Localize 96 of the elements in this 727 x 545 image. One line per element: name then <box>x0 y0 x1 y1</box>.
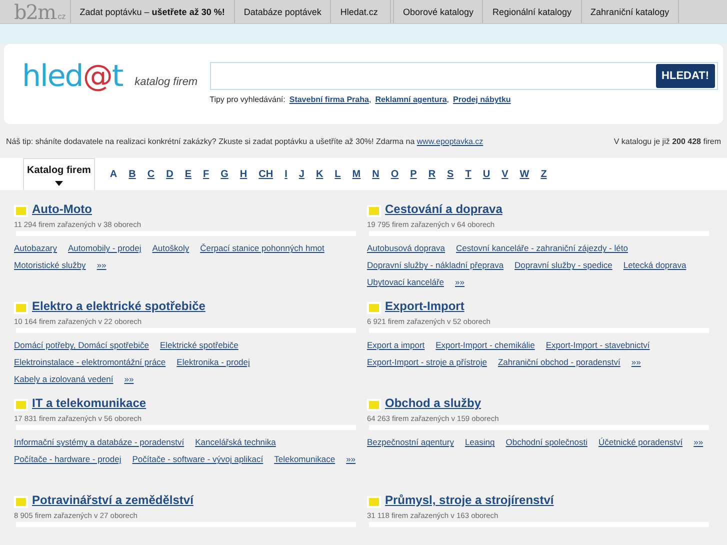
category-link[interactable]: Export-Import <box>385 297 464 315</box>
nav-link[interactable]: Databáze poptávek <box>234 0 330 23</box>
nav-link[interactable]: Hledat.cz <box>330 0 387 23</box>
subcategory-link[interactable]: Počítače - hardware - prodej <box>14 452 122 466</box>
subcategory-link[interactable]: Export-Import - chemikálie <box>436 338 535 352</box>
subcategory-link[interactable]: Elektroinstalace - elektromontážní práce <box>14 355 166 370</box>
subcategory-link[interactable]: Ubytovací kanceláře <box>367 275 444 290</box>
subcategory-link[interactable]: Leasing <box>464 435 495 450</box>
nav-link[interactable]: Zadat poptávku – ušetřete až 30 %! <box>70 0 234 23</box>
site-logo[interactable]: hled@t <box>22 62 123 92</box>
subcategory-link[interactable]: Export-Import - stavebnictví <box>546 338 650 352</box>
letter-link[interactable]: B <box>128 158 136 182</box>
subcategory-link[interactable]: Zahraniční obchod - poradenství <box>498 355 620 370</box>
nav-link[interactable]: Zahraniční katalogy <box>580 0 678 23</box>
caret-icon <box>54 181 63 186</box>
letter-link[interactable]: F <box>203 158 210 182</box>
subcategory-link[interactable]: Autobazary <box>14 241 57 256</box>
category-link[interactable]: Cestování a doprava <box>385 200 502 218</box>
folder-icon <box>367 398 381 410</box>
subcategory-link[interactable]: Elektrické spotřebiče <box>160 338 238 352</box>
category-link[interactable]: Potravinářství a zemědělství <box>32 491 194 509</box>
subcategory-link[interactable]: Autobusová doprava <box>367 241 445 256</box>
subcategory-link[interactable]: »» <box>346 452 356 466</box>
subcategory-link[interactable]: Letecká doprava <box>623 258 686 272</box>
letter-link[interactable]: S <box>447 158 454 182</box>
subcategory-link[interactable]: Automobily - prodej <box>68 241 142 256</box>
search-button[interactable]: HLEDAT! <box>656 64 715 88</box>
category-link[interactable]: IT a telekomunikace <box>32 394 146 412</box>
letter-link[interactable]: R <box>428 158 436 182</box>
category-link[interactable]: Elektro a elektrické spotřebiče <box>32 297 206 315</box>
folder-icon <box>367 204 381 216</box>
folder-icon <box>367 496 381 508</box>
letter-link[interactable]: I <box>284 158 288 182</box>
letter-link[interactable]: T <box>465 158 472 182</box>
subcategory-link[interactable]: Účetnické poradenství <box>598 435 683 450</box>
letter-link[interactable]: CH <box>258 158 274 182</box>
subcategory-link[interactable]: »» <box>124 372 134 386</box>
letter-link[interactable]: K <box>316 158 324 182</box>
subcategory-link[interactable]: Počítače - software - vývoj aplikací <box>132 452 264 466</box>
subcategory-link[interactable]: Kancelářská technika <box>195 435 276 450</box>
letter-link[interactable]: P <box>410 158 417 182</box>
catalog-count: V katalogu je již 200 428 firem <box>614 136 721 148</box>
letter-link[interactable]: O <box>390 158 399 182</box>
folder-icon <box>14 496 28 508</box>
folder-icon <box>367 302 381 314</box>
letter-link[interactable]: M <box>352 158 361 182</box>
letter-link[interactable]: J <box>298 158 304 182</box>
subcategory-link[interactable]: Cestovní kanceláře - zahraniční zájezdy - léto <box>456 241 628 256</box>
subcategory-link[interactable]: Elektronika - prodej <box>176 355 250 370</box>
subcategory-link[interactable]: Telekomunikace <box>274 452 336 466</box>
letter-link[interactable]: W <box>520 158 530 182</box>
letter-link[interactable]: E <box>184 158 192 182</box>
subcategory-link[interactable]: Domácí potřeby, Domácí spotřebiče <box>14 338 149 352</box>
separator: , <box>446 94 449 106</box>
letter-link[interactable]: L <box>334 158 341 182</box>
subcategory-link[interactable]: Informační systémy a databáze - poradenství <box>14 435 184 450</box>
letter-link[interactable]: A <box>110 158 118 182</box>
category-link[interactable]: Obchod a služby <box>385 394 482 412</box>
subcategory-link[interactable]: »» <box>455 275 464 290</box>
subcategory-link[interactable]: Kabely a izolovaná vedení <box>14 372 114 386</box>
letter-link[interactable]: Z <box>540 158 547 182</box>
subcategory-link[interactable]: »» <box>96 258 106 272</box>
subcategory-link[interactable]: Bezpečnostní agentury <box>367 435 454 450</box>
folder-icon <box>14 398 28 410</box>
logo-tagline: katalog firem <box>134 75 198 90</box>
tips-label: Tipy pro vyhledávání: <box>210 94 286 106</box>
letter-link[interactable]: U <box>482 158 490 182</box>
letter-link[interactable]: V <box>502 158 508 182</box>
nav-link[interactable]: Regionální katalogy <box>482 0 581 23</box>
subcategory-link[interactable]: Dopravní služby - spedice <box>514 258 612 272</box>
letter-link[interactable]: G <box>220 158 228 182</box>
subcategory-link[interactable]: Čerpací stanice pohonných hmot <box>200 241 324 256</box>
tip-link[interactable]: Prodej nábytku <box>453 94 511 106</box>
subcategory-link[interactable]: Export a import <box>367 338 425 352</box>
subcategory-link[interactable]: »» <box>631 355 641 370</box>
tip-link[interactable]: Reklamní agentura <box>375 94 447 106</box>
letter-link[interactable]: H <box>240 158 248 182</box>
subcategory-link[interactable]: Obchodní společnosti <box>506 435 588 450</box>
category-link[interactable]: Průmysl, stroje a strojírenství <box>385 491 554 509</box>
separator: , <box>368 94 372 106</box>
category-link[interactable]: Auto-Moto <box>32 200 92 218</box>
tip-text: Náš tip: sháníte dodavatele na realizaci konkrétní zakázky? Zkuste si zadat poptávku a ušetříte až 30%! Zdarma na www.epoptavka.cz <box>6 136 484 148</box>
tip-link[interactable]: Stavební firma Praha <box>289 94 369 106</box>
subcategory-link[interactable]: Motoristické služby <box>14 258 86 272</box>
folder-icon <box>14 204 28 216</box>
letter-link[interactable]: N <box>372 158 380 182</box>
subcategory-link[interactable]: Autoškoly <box>152 241 190 256</box>
subcategory-link[interactable]: »» <box>694 435 704 450</box>
letter-link[interactable]: D <box>166 158 174 182</box>
subcategory-link[interactable]: Dopravní služby - nákladní přeprava <box>367 258 504 272</box>
letter-link[interactable]: C <box>147 158 155 182</box>
catalog-tab[interactable]: Katalog firem <box>23 158 95 190</box>
tip-link[interactable]: www.epoptavka.cz <box>416 137 484 146</box>
folder-icon <box>14 302 28 314</box>
search-field[interactable]: HLEDAT! <box>210 62 718 90</box>
subcategory-link[interactable]: Export-Import - stroje a přístroje <box>367 355 487 370</box>
